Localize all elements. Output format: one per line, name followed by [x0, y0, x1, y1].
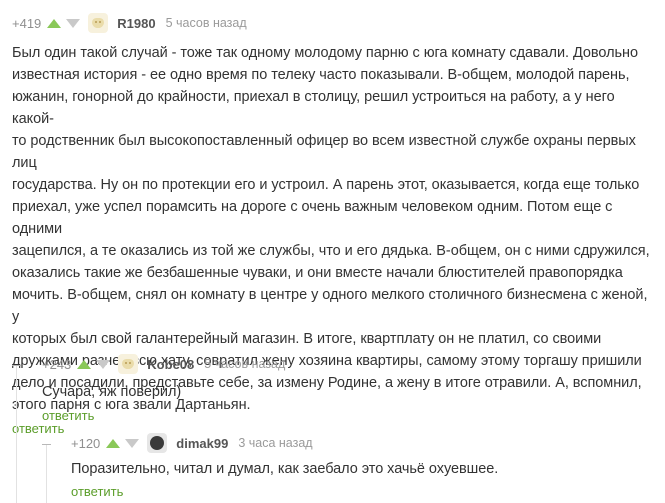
- avatar-face-icon: [122, 359, 135, 369]
- minus-icon[interactable]: [12, 365, 21, 366]
- upvote-icon[interactable]: [47, 18, 62, 28]
- comment-rating: +120: [71, 435, 101, 451]
- reply-link[interactable]: ответить: [71, 484, 123, 499]
- avatar[interactable]: [147, 433, 168, 453]
- comment-rating: +243: [42, 356, 72, 372]
- comment-header: +419 R1980 5 часов назад: [12, 12, 657, 34]
- comment: +120 dimak99 3 часа назад Поразительно, …: [71, 432, 657, 501]
- avatar-silhouette-icon: [150, 436, 165, 450]
- upvote-icon[interactable]: [106, 438, 121, 448]
- comment-rating: +419: [12, 15, 42, 31]
- comment-time: 5 часов назад: [204, 357, 286, 371]
- comment-header: +120 dimak99 3 часа назад: [71, 432, 657, 454]
- downvote-icon[interactable]: [66, 18, 81, 28]
- thread-line: [46, 444, 47, 503]
- comment-time: 3 часа назад: [238, 436, 313, 450]
- reply-link[interactable]: ответить: [42, 408, 94, 423]
- comment-header: +243 Kobe08 5 часов назад: [42, 353, 657, 375]
- upvote-icon[interactable]: [77, 359, 92, 369]
- avatar-face-icon: [92, 18, 105, 28]
- avatar[interactable]: [118, 354, 139, 374]
- comment-author[interactable]: dimak99: [176, 436, 228, 451]
- thread-line: [16, 365, 17, 503]
- downvote-icon[interactable]: [96, 359, 111, 369]
- comment-author[interactable]: Kobe08: [147, 357, 194, 372]
- comment: +243 Kobe08 5 часов назад Сучара, яж пов…: [42, 353, 657, 425]
- comment-text: Поразительно, читал и думал, как заебало…: [71, 461, 499, 477]
- comment-time: 5 часов назад: [165, 16, 247, 30]
- comment-author[interactable]: R1980: [117, 16, 155, 31]
- minus-icon[interactable]: [42, 444, 51, 445]
- comment-text: Сучара, яж поверил): [42, 384, 182, 400]
- avatar[interactable]: [88, 13, 109, 33]
- downvote-icon[interactable]: [125, 438, 140, 448]
